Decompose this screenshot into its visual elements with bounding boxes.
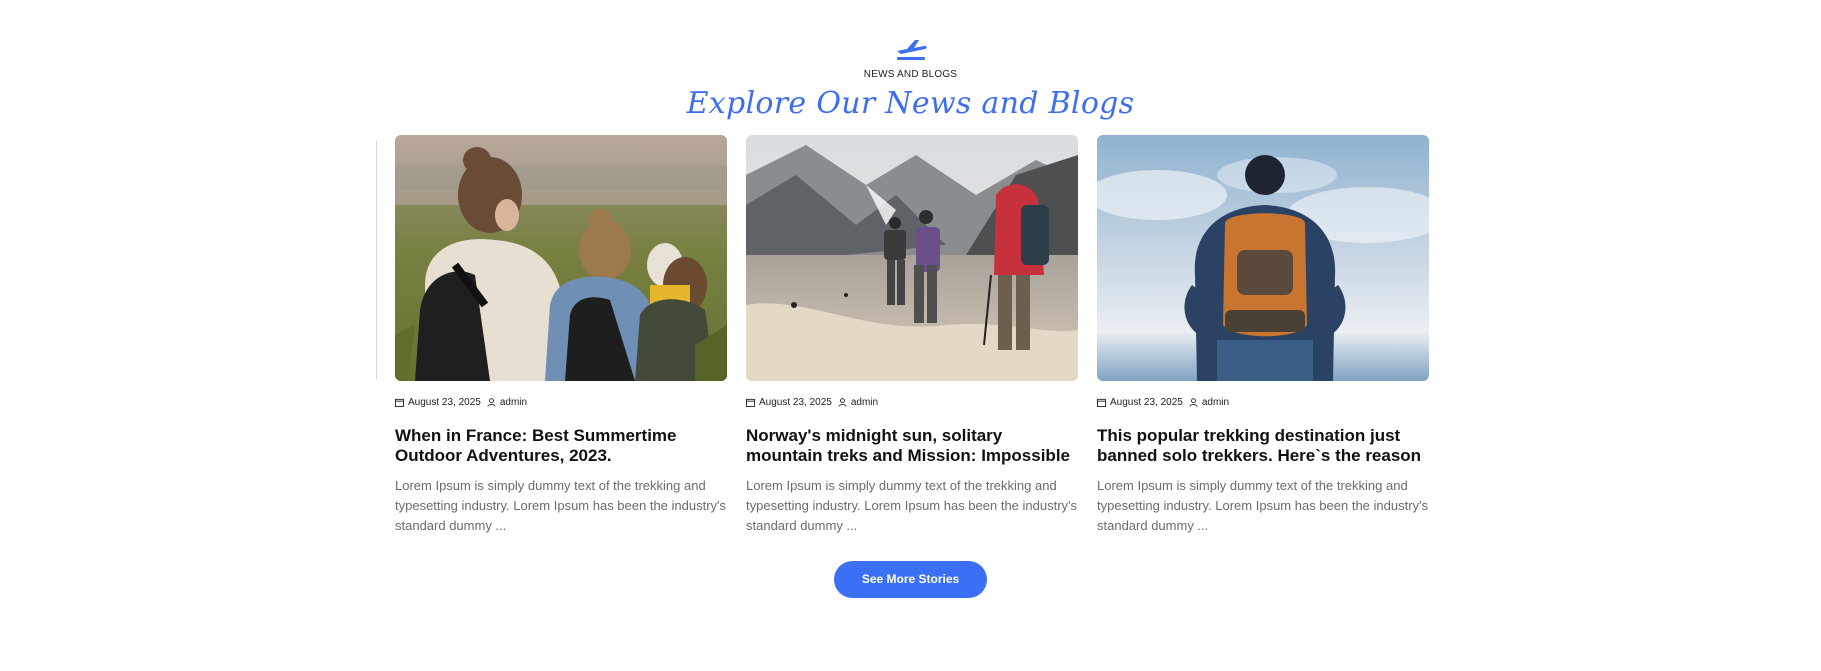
blog-card[interactable]: August 23, 2025 admin When in France: Be… <box>395 135 727 536</box>
blog-card[interactable]: August 23, 2025 admin Norway's midnight … <box>746 135 1078 536</box>
post-date: August 23, 2025 <box>759 397 832 408</box>
calendar-icon <box>746 398 755 407</box>
mountain-trekkers-photo[interactable] <box>746 135 1078 381</box>
post-author[interactable]: admin <box>851 397 878 408</box>
post-excerpt: Lorem Ipsum is simply dummy text of the … <box>1097 478 1429 533</box>
post-excerpt: Lorem Ipsum is simply dummy text of the … <box>395 478 727 533</box>
post-title[interactable]: When in France: Best Summertime Outdoor … <box>395 426 727 466</box>
user-icon <box>487 398 496 407</box>
cta-container: See More Stories <box>0 561 1821 598</box>
blog-card[interactable]: August 23, 2025 admin This popular trekk… <box>1097 135 1429 536</box>
post-title[interactable]: This popular trekking destination just b… <box>1097 426 1429 466</box>
airplane-takeoff-icon <box>896 40 927 60</box>
calendar-icon <box>395 398 404 407</box>
post-author[interactable]: admin <box>500 397 527 408</box>
section-eyebrow: NEWS AND BLOGS <box>863 69 958 80</box>
calendar-icon <box>1097 398 1106 407</box>
see-more-stories-button[interactable]: See More Stories <box>833 561 988 598</box>
section-title: Explore Our News and Blogs <box>686 86 1135 121</box>
backpacker-sky-photo[interactable] <box>1097 135 1429 381</box>
post-meta: August 23, 2025 admin <box>1097 397 1429 408</box>
blog-cards: August 23, 2025 admin When in France: Be… <box>395 135 1429 536</box>
user-icon <box>1189 398 1198 407</box>
post-date: August 23, 2025 <box>408 397 481 408</box>
post-meta: August 23, 2025 admin <box>395 397 727 408</box>
section-header: NEWS AND BLOGS Explore Our News and Blog… <box>0 36 1821 121</box>
post-excerpt: Lorem Ipsum is simply dummy text of the … <box>746 478 1078 533</box>
post-title[interactable]: Norway's midnight sun, solitary mountain… <box>746 426 1078 466</box>
post-date: August 23, 2025 <box>1110 397 1183 408</box>
carousel-edge-divider <box>376 141 377 379</box>
post-author[interactable]: admin <box>1202 397 1229 408</box>
user-icon <box>838 398 847 407</box>
post-meta: August 23, 2025 admin <box>746 397 1078 408</box>
friends-in-meadow-photo[interactable] <box>395 135 727 381</box>
